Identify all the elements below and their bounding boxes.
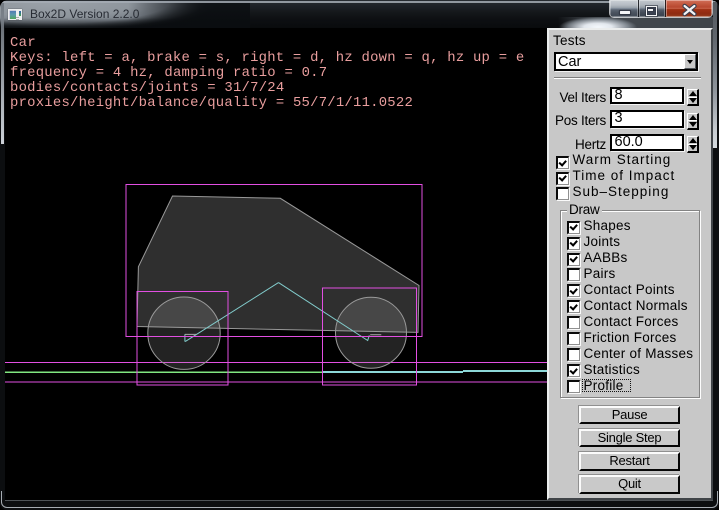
svg-text:Car: Car — [10, 35, 36, 51]
svg-text:Keys: left = a, brake = s, rig: Keys: left = a, brake = s, right = d, hz… — [10, 50, 524, 66]
svg-text:bodies/contacts/joints = 31/7/: bodies/contacts/joints = 31/7/24 — [10, 80, 284, 96]
svg-text:proxies/height/balance/quality: proxies/height/balance/quality = 55/7/1/… — [10, 95, 413, 111]
svg-text:frequency = 4 hz, damping rati: frequency = 4 hz, damping ratio = 0.7 — [10, 65, 327, 81]
